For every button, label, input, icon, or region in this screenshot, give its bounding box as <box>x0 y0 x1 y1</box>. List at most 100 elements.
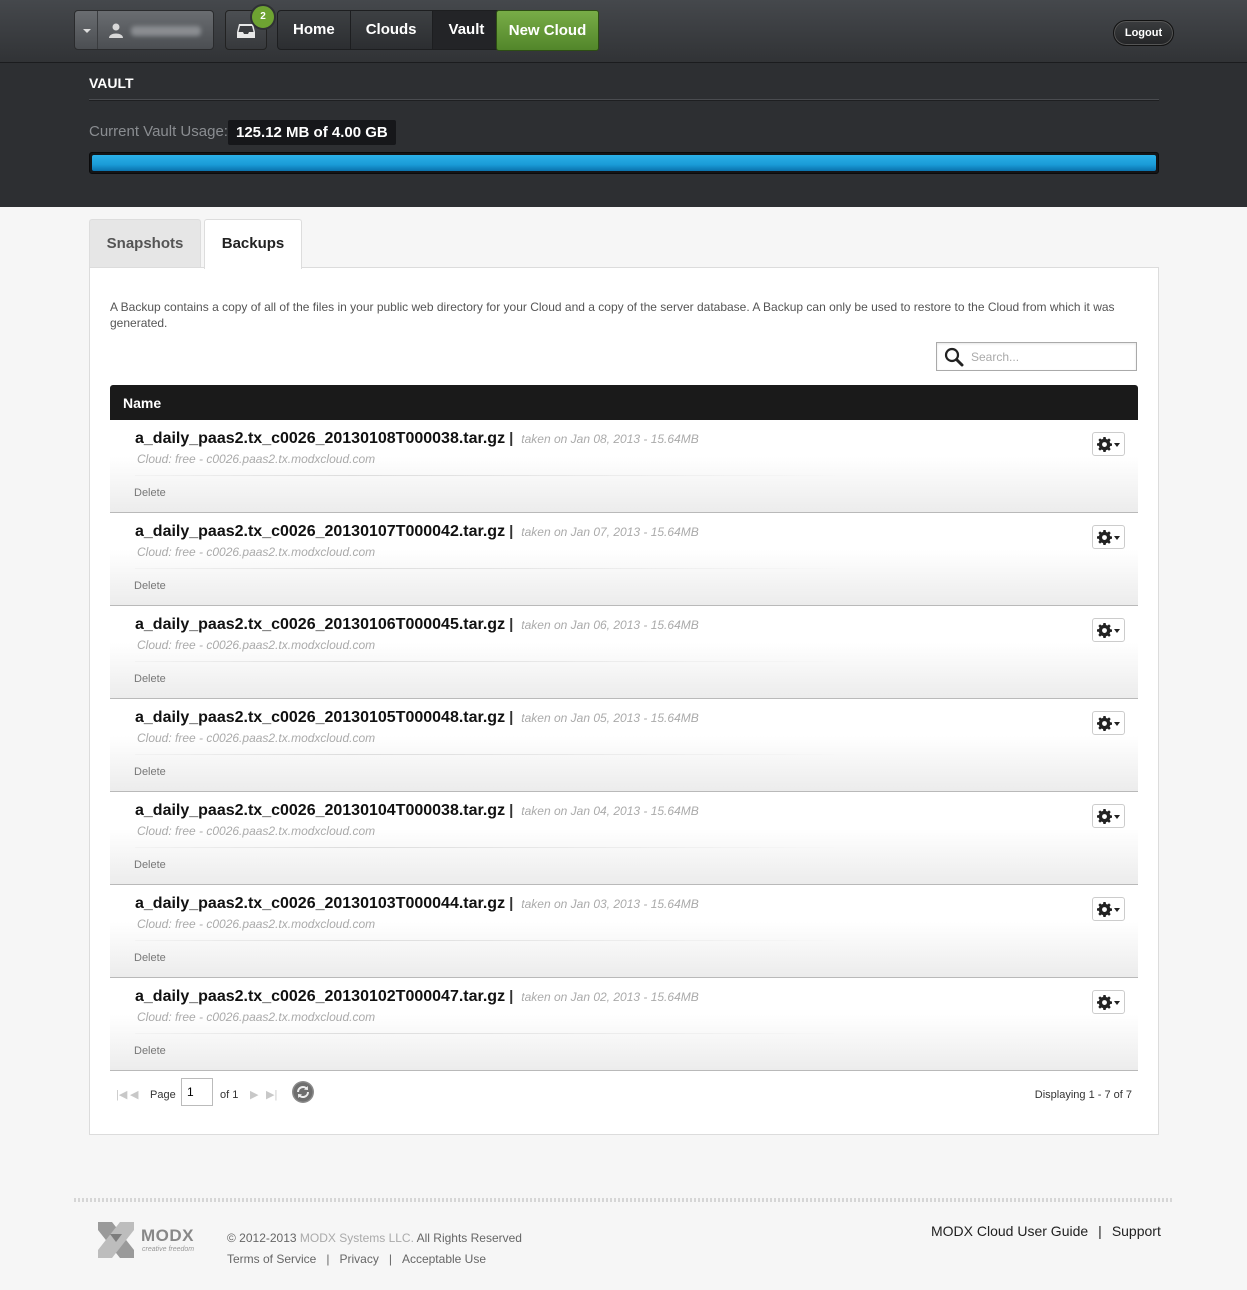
support-link[interactable]: Support <box>1112 1223 1161 1239</box>
first-page-icon[interactable]: |◀ <box>116 1088 127 1101</box>
tab-snapshots[interactable]: Snapshots <box>89 219 201 268</box>
backup-meta: taken on Jan 05, 2013 - 15.64MB <box>521 711 699 725</box>
row-actions-button[interactable] <box>1092 618 1125 642</box>
new-cloud-button[interactable]: New Cloud <box>496 10 599 51</box>
backup-cloud: Cloud: free - c0026.paas2.tx.modxcloud.c… <box>137 1010 376 1024</box>
backup-cloud: Cloud: free - c0026.paas2.tx.modxcloud.c… <box>137 638 376 652</box>
backup-cloud: Cloud: free - c0026.paas2.tx.modxcloud.c… <box>137 917 376 931</box>
company-link[interactable]: MODX Systems LLC. <box>300 1231 414 1245</box>
chevron-down-icon <box>1114 1001 1120 1005</box>
row-divider <box>135 1033 855 1034</box>
backup-filename: a_daily_paas2.tx_c0026_20130108T000038.t… <box>135 430 699 448</box>
list-item[interactable]: a_daily_paas2.tx_c0026_20130106T000045.t… <box>110 606 1138 699</box>
copyright-year: © 2012-2013 <box>227 1231 297 1245</box>
delete-link[interactable]: Delete <box>134 1045 166 1057</box>
row-divider <box>135 661 855 662</box>
search-box[interactable] <box>936 342 1137 371</box>
list-item[interactable]: a_daily_paas2.tx_c0026_20130105T000048.t… <box>110 699 1138 792</box>
search-icon <box>944 347 964 367</box>
main-nav: Home Clouds Vault <box>277 10 502 50</box>
backup-file: a_daily_paas2.tx_c0026_20130107T000042.t… <box>135 523 506 540</box>
next-page-icon[interactable]: ▶ <box>250 1088 258 1101</box>
separator: | <box>509 895 514 912</box>
footer-divider <box>74 1198 1174 1202</box>
delete-link[interactable]: Delete <box>134 673 166 685</box>
chevron-down-icon <box>1114 815 1120 819</box>
row-actions-button[interactable] <box>1092 711 1125 735</box>
chevron-down-icon <box>1114 536 1120 540</box>
list-item[interactable]: a_daily_paas2.tx_c0026_20130107T000042.t… <box>110 513 1138 606</box>
user-menu-dropdown[interactable] <box>75 11 98 49</box>
gear-icon <box>1097 902 1112 917</box>
list-item[interactable]: a_daily_paas2.tx_c0026_20130108T000038.t… <box>110 420 1138 513</box>
nav-home[interactable]: Home <box>278 11 351 49</box>
backup-filename: a_daily_paas2.tx_c0026_20130105T000048.t… <box>135 709 699 727</box>
nav-vault[interactable]: Vault <box>432 11 501 49</box>
search-input[interactable] <box>971 347 1131 366</box>
gear-icon <box>1097 437 1112 452</box>
delete-link[interactable]: Delete <box>134 766 166 778</box>
backup-cloud: Cloud: free - c0026.paas2.tx.modxcloud.c… <box>137 545 376 559</box>
backup-file: a_daily_paas2.tx_c0026_20130103T000044.t… <box>135 895 506 912</box>
refresh-icon[interactable] <box>291 1080 315 1104</box>
terms-link[interactable]: Terms of Service <box>227 1252 316 1266</box>
row-actions-button[interactable] <box>1092 897 1125 921</box>
backup-file: a_daily_paas2.tx_c0026_20130102T000047.t… <box>135 988 506 1005</box>
page-title: VAULT <box>89 75 134 91</box>
backups-panel: A Backup contains a copy of all of the f… <box>89 267 1159 1135</box>
list-item[interactable]: a_daily_paas2.tx_c0026_20130103T000044.t… <box>110 885 1138 978</box>
privacy-link[interactable]: Privacy <box>339 1252 378 1266</box>
backup-meta: taken on Jan 07, 2013 - 15.64MB <box>521 525 699 539</box>
vault-usage-label: Current Vault Usage: <box>89 123 228 140</box>
backup-meta: taken on Jan 03, 2013 - 15.64MB <box>521 897 699 911</box>
backup-cloud: Cloud: free - c0026.paas2.tx.modxcloud.c… <box>137 731 376 745</box>
backup-filename: a_daily_paas2.tx_c0026_20130104T000038.t… <box>135 802 699 820</box>
list-item[interactable]: a_daily_paas2.tx_c0026_20130104T000038.t… <box>110 792 1138 885</box>
nav-clouds[interactable]: Clouds <box>351 11 433 49</box>
row-actions-button[interactable] <box>1092 432 1125 456</box>
page-number-input[interactable] <box>181 1078 213 1106</box>
tab-backups[interactable]: Backups <box>204 219 302 269</box>
gear-icon <box>1097 716 1112 731</box>
delete-link[interactable]: Delete <box>134 952 166 964</box>
backup-filename: a_daily_paas2.tx_c0026_20130107T000042.t… <box>135 523 699 541</box>
list-item[interactable]: a_daily_paas2.tx_c0026_20130102T000047.t… <box>110 978 1138 1071</box>
delete-link[interactable]: Delete <box>134 580 166 592</box>
separator: | <box>509 709 514 726</box>
separator: | <box>509 988 514 1005</box>
backup-meta: taken on Jan 06, 2013 - 15.64MB <box>521 618 699 632</box>
delete-link[interactable]: Delete <box>134 487 166 499</box>
prev-page-icon[interactable]: ◀ <box>130 1088 138 1101</box>
chevron-down-icon <box>1114 908 1120 912</box>
backup-file: a_daily_paas2.tx_c0026_20130105T000048.t… <box>135 709 506 726</box>
footer-right-links: MODX Cloud User Guide | Support <box>931 1223 1161 1239</box>
row-actions-button[interactable] <box>1092 804 1125 828</box>
gear-icon <box>1097 809 1112 824</box>
page-total-label: of 1 <box>220 1089 239 1101</box>
backups-description: A Backup contains a copy of all of the f… <box>110 300 1115 330</box>
separator: | <box>509 523 514 540</box>
delete-link[interactable]: Delete <box>134 859 166 871</box>
notification-count-badge: 2 <box>250 4 276 30</box>
row-divider <box>135 568 855 569</box>
gear-icon <box>1097 530 1112 545</box>
acceptable-use-link[interactable]: Acceptable Use <box>402 1252 486 1266</box>
row-divider <box>135 475 855 476</box>
row-divider <box>135 847 855 848</box>
last-page-icon[interactable]: ▶| <box>266 1088 277 1101</box>
divider <box>89 99 1159 101</box>
vault-header: VAULT Current Vault Usage: 125.12 MB of … <box>0 63 1247 207</box>
backup-filename: a_daily_paas2.tx_c0026_20130106T000045.t… <box>135 616 699 634</box>
user-menu-button[interactable] <box>74 10 214 50</box>
gear-icon <box>1097 995 1112 1010</box>
backup-filename: a_daily_paas2.tx_c0026_20130103T000044.t… <box>135 895 699 913</box>
footer-logo-text: MODX <box>141 1226 194 1245</box>
rights-text: All Rights Reserved <box>416 1231 522 1245</box>
column-header-name[interactable]: Name <box>123 395 161 411</box>
logout-button[interactable]: Logout <box>1113 20 1174 46</box>
backup-meta: taken on Jan 02, 2013 - 15.64MB <box>521 990 699 1004</box>
backup-file: a_daily_paas2.tx_c0026_20130106T000045.t… <box>135 616 506 633</box>
user-guide-link[interactable]: MODX Cloud User Guide <box>931 1223 1088 1239</box>
row-actions-button[interactable] <box>1092 525 1125 549</box>
row-actions-button[interactable] <box>1092 990 1125 1014</box>
